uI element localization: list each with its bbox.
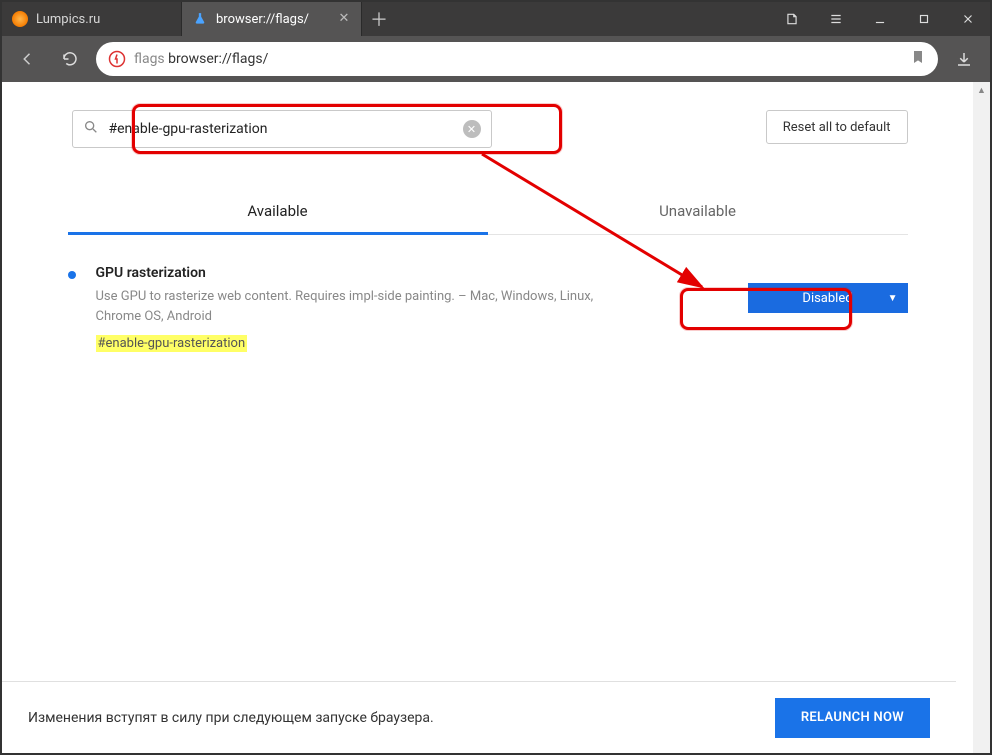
tab-flags[interactable]: browser://flags/ ✕	[182, 2, 362, 36]
flag-state-select[interactable]: Disabled ▼	[748, 283, 908, 313]
flag-title: GPU rasterization	[96, 265, 728, 281]
address-bar: flags browser://flags/	[2, 36, 990, 82]
tab-label: browser://flags/	[216, 12, 331, 27]
vertical-scrollbar[interactable]: ▲	[973, 82, 990, 753]
maximize-icon[interactable]	[902, 2, 946, 36]
flag-hash-link[interactable]: #enable-gpu-rasterization	[96, 335, 248, 352]
relaunch-button[interactable]: RELAUNCH NOW	[775, 698, 930, 738]
flag-select-value: Disabled	[802, 291, 852, 306]
flask-favicon-icon	[192, 11, 208, 27]
clear-search-icon[interactable]: ✕	[463, 120, 481, 138]
bookmark-icon[interactable]	[910, 49, 926, 69]
reset-all-button[interactable]: Reset all to default	[766, 110, 908, 144]
url-text: flags browser://flags/	[134, 51, 902, 67]
reload-button[interactable]	[54, 43, 86, 75]
restart-footer: Изменения вступят в силу при следующем з…	[2, 681, 956, 753]
new-tab-button[interactable]: ＋	[362, 2, 396, 36]
yandex-icon	[108, 50, 126, 68]
address-field[interactable]: flags browser://flags/	[96, 42, 938, 76]
flag-description: Use GPU to rasterize web content. Requir…	[96, 287, 616, 326]
back-button[interactable]	[12, 43, 44, 75]
close-window-icon[interactable]	[946, 2, 990, 36]
downloads-icon[interactable]	[948, 43, 980, 75]
menu-icon[interactable]	[814, 2, 858, 36]
restart-message: Изменения вступят в силу при следующем з…	[28, 710, 755, 726]
reader-mode-icon[interactable]	[770, 2, 814, 36]
window-controls	[770, 2, 990, 36]
flag-status-dot-icon	[68, 271, 76, 279]
browser-window: Lumpics.ru browser://flags/ ✕ ＋	[0, 0, 992, 755]
page-content: ▲ ✕ Reset all to default	[2, 82, 990, 753]
close-tab-icon[interactable]: ✕	[337, 12, 351, 26]
tab-unavailable[interactable]: Unavailable	[488, 188, 908, 234]
flags-search-input[interactable]	[109, 121, 453, 137]
tab-lumpics[interactable]: Lumpics.ru	[2, 2, 182, 36]
chevron-down-icon: ▼	[888, 293, 898, 304]
minimize-icon[interactable]	[858, 2, 902, 36]
titlebar: Lumpics.ru browser://flags/ ✕ ＋	[2, 2, 990, 36]
flags-tabs: Available Unavailable	[68, 188, 908, 235]
tab-label: Lumpics.ru	[36, 12, 171, 27]
tab-available[interactable]: Available	[68, 188, 488, 234]
flags-search-box: ✕	[72, 110, 492, 148]
scroll-up-icon[interactable]: ▲	[973, 82, 990, 99]
flag-row: GPU rasterization Use GPU to rasterize w…	[68, 235, 908, 352]
search-icon	[83, 119, 99, 139]
lumpics-favicon-icon	[12, 11, 28, 27]
